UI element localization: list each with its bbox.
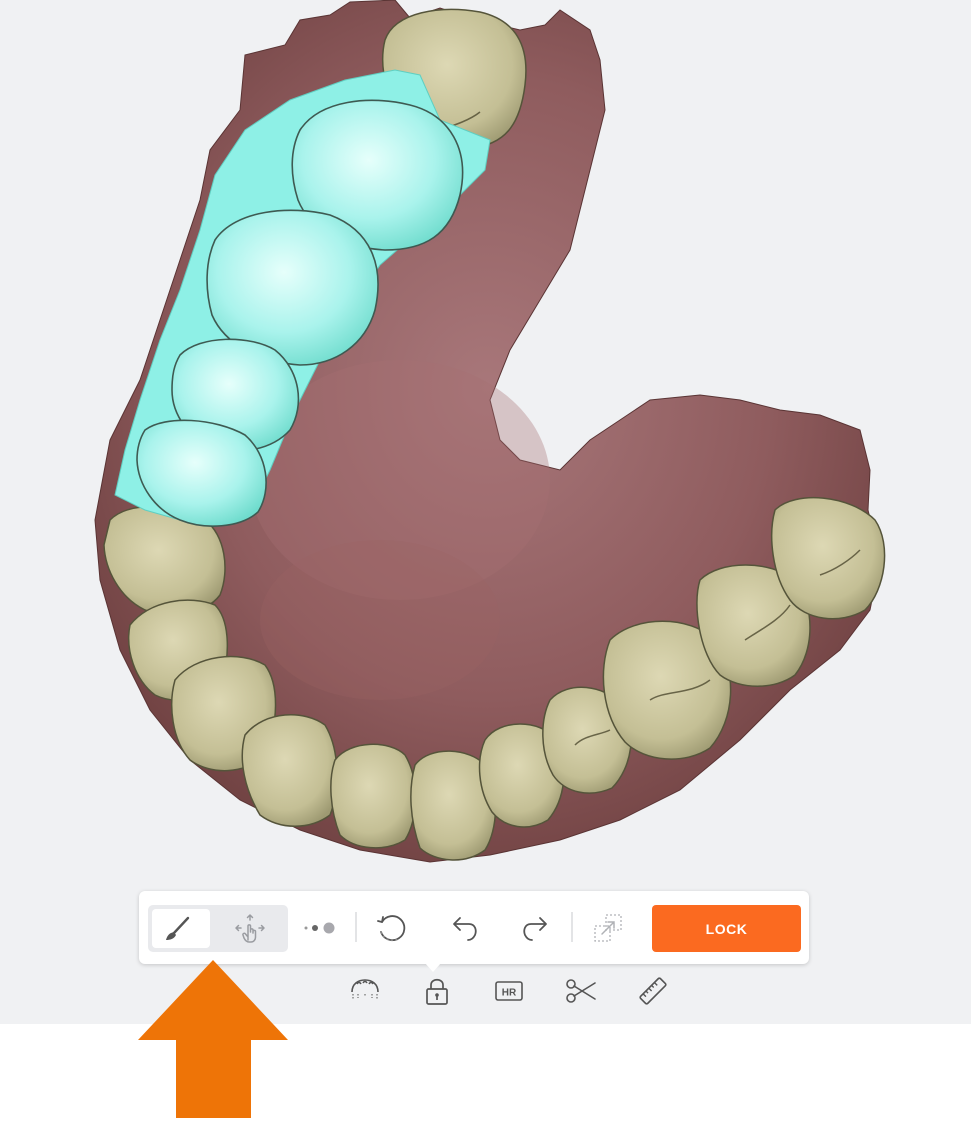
jaw-arch-icon [351,979,379,1000]
bottom-tool-bar: HR [328,965,688,1017]
reset-rotate-icon [377,915,406,942]
undo-button[interactable] [444,908,484,948]
undo-arrow-icon [453,917,477,941]
hr-icon: HR [495,981,523,1001]
paint-brush-icon [166,916,190,940]
copy-transfer-icon [594,914,622,942]
lock-icon [426,978,448,1005]
3d-viewport[interactable]: LOCK HR [0,0,971,1024]
redo-button[interactable] [516,908,556,948]
lock-button[interactable]: LOCK [652,905,801,952]
editing-toolbar: LOCK [139,891,809,964]
transfer-button[interactable] [588,908,628,948]
redo-arrow-icon [523,917,547,941]
ruler-button[interactable] [633,971,673,1011]
scissors-button[interactable] [561,971,601,1011]
brush-tool-button[interactable] [152,909,210,948]
scissors-icon [566,979,596,1003]
toolbar-separator [355,912,357,942]
dental-scan-model[interactable] [0,0,971,880]
highlight-arrow [138,960,288,1118]
toolbar-separator [571,912,573,942]
jaw-arch-button[interactable] [345,971,385,1011]
move-cursor-icon [235,913,265,943]
ruler-icon [639,977,667,1005]
reset-button[interactable] [372,908,412,948]
brush-size-dots-icon [304,922,335,934]
lock-tab-button[interactable] [417,971,457,1011]
tool-mode-group [148,905,288,952]
hr-label: HR [502,988,517,999]
brush-size-button[interactable] [299,911,341,945]
hr-button[interactable]: HR [489,971,529,1011]
move-tool-button[interactable] [220,909,280,948]
